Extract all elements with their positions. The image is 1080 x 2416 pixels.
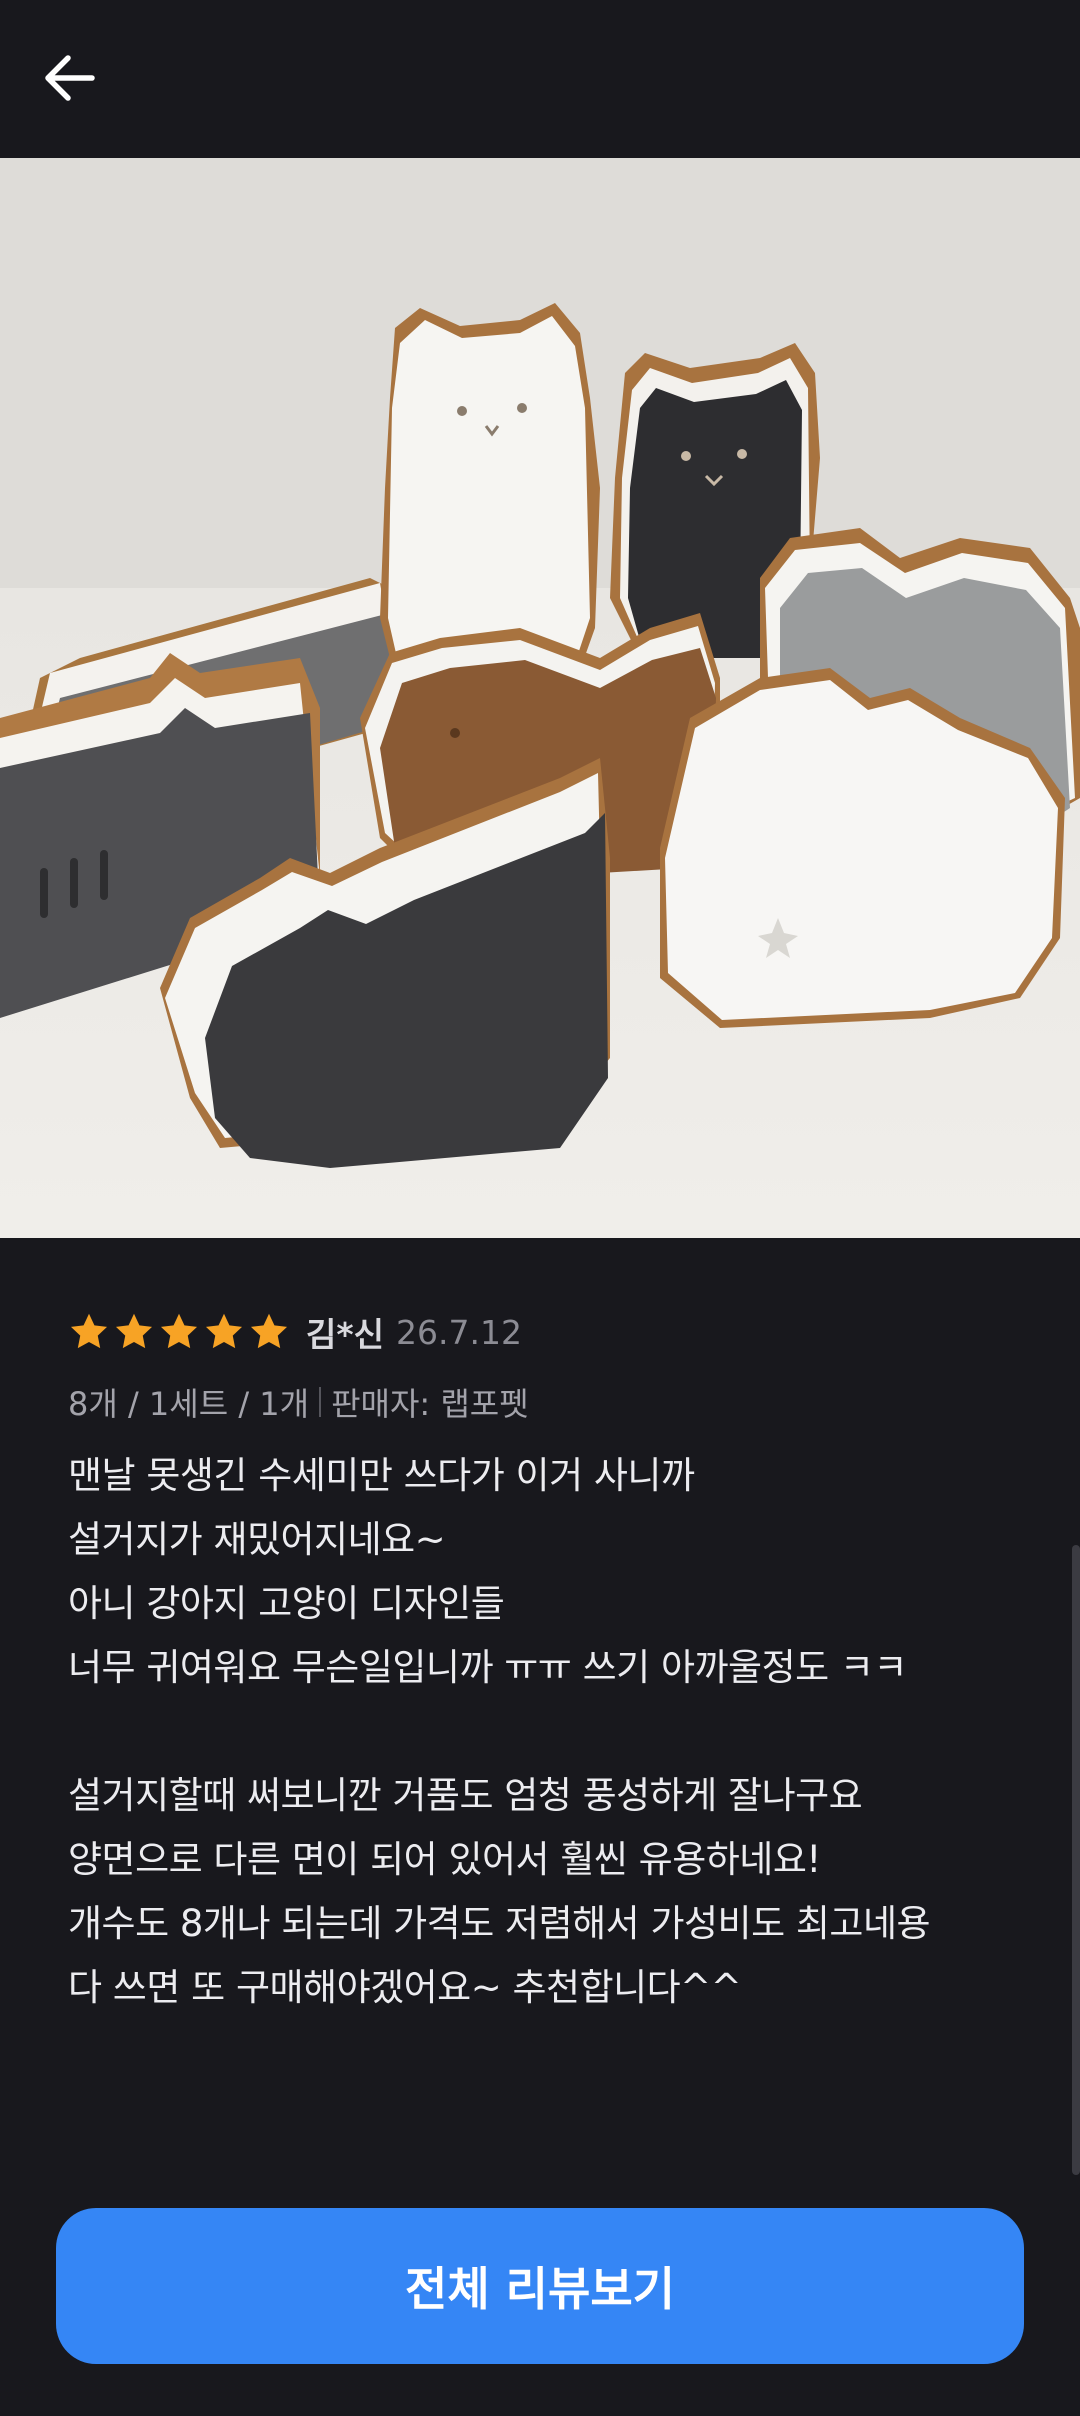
review-photo[interactable] [0, 158, 1080, 1238]
purchase-option-row: 8개 / 1세트 / 1개 판매자: 랩포펫 [68, 1380, 1018, 1424]
star-icon [115, 1313, 153, 1349]
back-button[interactable] [36, 44, 104, 112]
review-content: 김*신 26.7.12 8개 / 1세트 / 1개 판매자: 랩포펫 맨날 못생… [68, 1304, 1018, 2020]
arrow-left-icon [45, 55, 95, 101]
review-detail-screen: 김*신 26.7.12 8개 / 1세트 / 1개 판매자: 랩포펫 맨날 못생… [0, 0, 1080, 2416]
divider [319, 1387, 322, 1417]
rating-row: 김*신 26.7.12 [68, 1304, 1018, 1360]
sponge-photo-illustration [0, 158, 1080, 1238]
purchase-option: 8개 / 1세트 / 1개 [68, 1385, 310, 1423]
star-icon [160, 1313, 198, 1349]
star-rating [68, 1311, 290, 1353]
review-body: 맨날 못생긴 수세미만 쓰다가 이거 사니까 설거지가 재밌어지네요~ 아니 강… [68, 1454, 931, 2009]
scrollbar[interactable] [1072, 1545, 1080, 2175]
star-icon [205, 1313, 243, 1349]
star-icon [70, 1313, 108, 1349]
review-date: 26.7.12 [395, 1312, 522, 1352]
reviewer-name: 김*신 [306, 1315, 384, 1354]
star-icon [250, 1313, 288, 1349]
seller-label: 판매자: 랩포펫 [331, 1385, 529, 1423]
view-all-reviews-button[interactable]: 전체 리뷰보기 [56, 2208, 1024, 2364]
top-bar [0, 0, 1080, 158]
